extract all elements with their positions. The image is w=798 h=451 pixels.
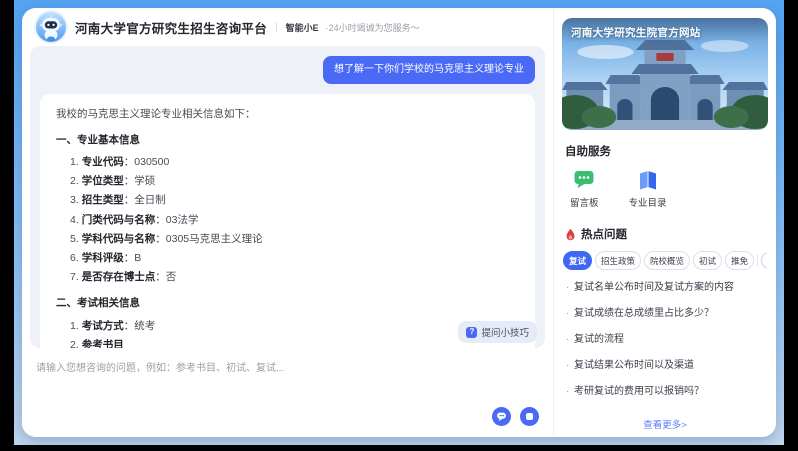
hot-question-list: 复试名单公布时间及复试方案的内容 复试成绩在总成绩里占比多少？ 复试的流程 复试… — [565, 281, 765, 411]
hot-question-item[interactable]: 复试成绩在总成绩里占比多少？ — [565, 307, 765, 320]
hot-questions-header: 热点问题 — [565, 226, 765, 242]
input-action-buttons — [492, 407, 539, 426]
info-item: 1.专业代码：030500 — [70, 155, 519, 170]
service-label: 专业目录 — [629, 195, 667, 209]
assistant-intro: 我校的马克思主义理论专业相关信息如下： — [56, 107, 519, 122]
self-service-row: 留言板 专业目录 — [570, 168, 760, 209]
flame-icon — [565, 228, 576, 241]
chat-header: 河南大学官方研究生招生咨询平台 | 智能小E ·24小时竭诚为您服务～ — [22, 8, 553, 46]
ask-tips-label: 提问小技巧 — [481, 325, 529, 339]
message-input[interactable] — [34, 357, 545, 395]
service-major-catalog[interactable]: 专业目录 — [629, 168, 667, 209]
info-item: 3.招生类型：全日制 — [70, 193, 519, 208]
banner-title: 河南大学研究生院官方网站 — [571, 25, 701, 40]
info-item: 7.是否存在博士点：否 — [70, 270, 519, 285]
info-item: 2.参考书目 — [70, 338, 519, 348]
hot-question-item[interactable]: 复试的流程 — [565, 333, 765, 346]
info-item: 6.学科评级：B — [70, 251, 519, 266]
sidebar: 河南大学研究生院官方网站 自助服务 留言板 专业 — [553, 8, 776, 437]
service-message-board[interactable]: 留言板 — [570, 168, 599, 209]
bot-name: 智能小E — [286, 21, 319, 34]
message-input-area — [22, 348, 553, 437]
assistant-message-card: 我校的马克思主义理论专业相关信息如下： 一、专业基本信息 1.专业代码：0305… — [40, 94, 535, 349]
major-catalog-icon — [637, 168, 659, 190]
tab-admission-policy[interactable]: 招生政策 — [595, 251, 641, 270]
service-label: 留言板 — [570, 195, 599, 209]
info-item: 1.考试方式：统考 — [70, 319, 519, 334]
hot-question-item[interactable]: 复试名单公布时间及复试方案的内容 — [565, 281, 765, 294]
question-mark-icon: ? — [466, 327, 477, 338]
stop-button[interactable] — [520, 407, 539, 426]
stop-icon — [526, 413, 533, 420]
self-service-title: 自助服务 — [565, 143, 765, 159]
ask-tips-button[interactable]: ? 提问小技巧 — [458, 321, 537, 343]
chat-message-area: 想了解一下你们学校的马克思主义理论专业 我校的马克思主义理论专业相关信息如下： … — [30, 46, 545, 348]
info-item: 4.门类代码与名称：03法学 — [70, 213, 519, 228]
tab-school-overview[interactable]: 院校概览 — [644, 251, 690, 270]
hot-questions-title: 热点问题 — [581, 226, 627, 242]
speech-bubble-icon — [496, 411, 507, 422]
info-item: 5.学科代码与名称：0305马克思主义理论 — [70, 232, 519, 247]
section-title-exam-info: 二、考试相关信息 — [56, 296, 519, 311]
official-website-banner[interactable]: 河南大学研究生院官方网站 — [562, 18, 768, 130]
bot-avatar — [34, 10, 68, 44]
view-more-link[interactable]: 查看更多> — [562, 411, 768, 436]
title-separator: | — [275, 22, 278, 33]
hot-question-item[interactable]: 复试结果公布时间以及渠道 — [565, 359, 765, 372]
more-tabs-button[interactable]: » — [761, 252, 767, 269]
hot-question-tabs: 复试 招生政策 院校概览 初试 推免 » — [563, 251, 767, 270]
hot-question-item[interactable]: 考研复试的费用可以报销吗？ — [565, 385, 765, 398]
main-window: 河南大学官方研究生招生咨询平台 | 智能小E ·24小时竭诚为您服务～ 想了解一… — [22, 8, 776, 437]
tab-initial-exam[interactable]: 初试 — [693, 251, 722, 270]
platform-title: 河南大学官方研究生招生咨询平台 — [75, 18, 267, 37]
user-message-bubble: 想了解一下你们学校的马克思主义理论专业 — [323, 56, 535, 84]
message-board-icon — [573, 168, 595, 190]
service-tagline: ·24小时竭诚为您服务～ — [326, 21, 420, 34]
tabs-divider — [757, 255, 758, 267]
chat-panel: 河南大学官方研究生招生咨询平台 | 智能小E ·24小时竭诚为您服务～ 想了解一… — [22, 8, 553, 437]
section-title-basic-info: 一、专业基本信息 — [56, 133, 519, 148]
chat-bubble-button[interactable] — [492, 407, 511, 426]
info-item: 2.学位类型：学硕 — [70, 174, 519, 189]
tab-exempt[interactable]: 推免 — [725, 251, 754, 270]
tab-retest[interactable]: 复试 — [563, 251, 592, 270]
robot-mascot-icon — [36, 12, 66, 42]
